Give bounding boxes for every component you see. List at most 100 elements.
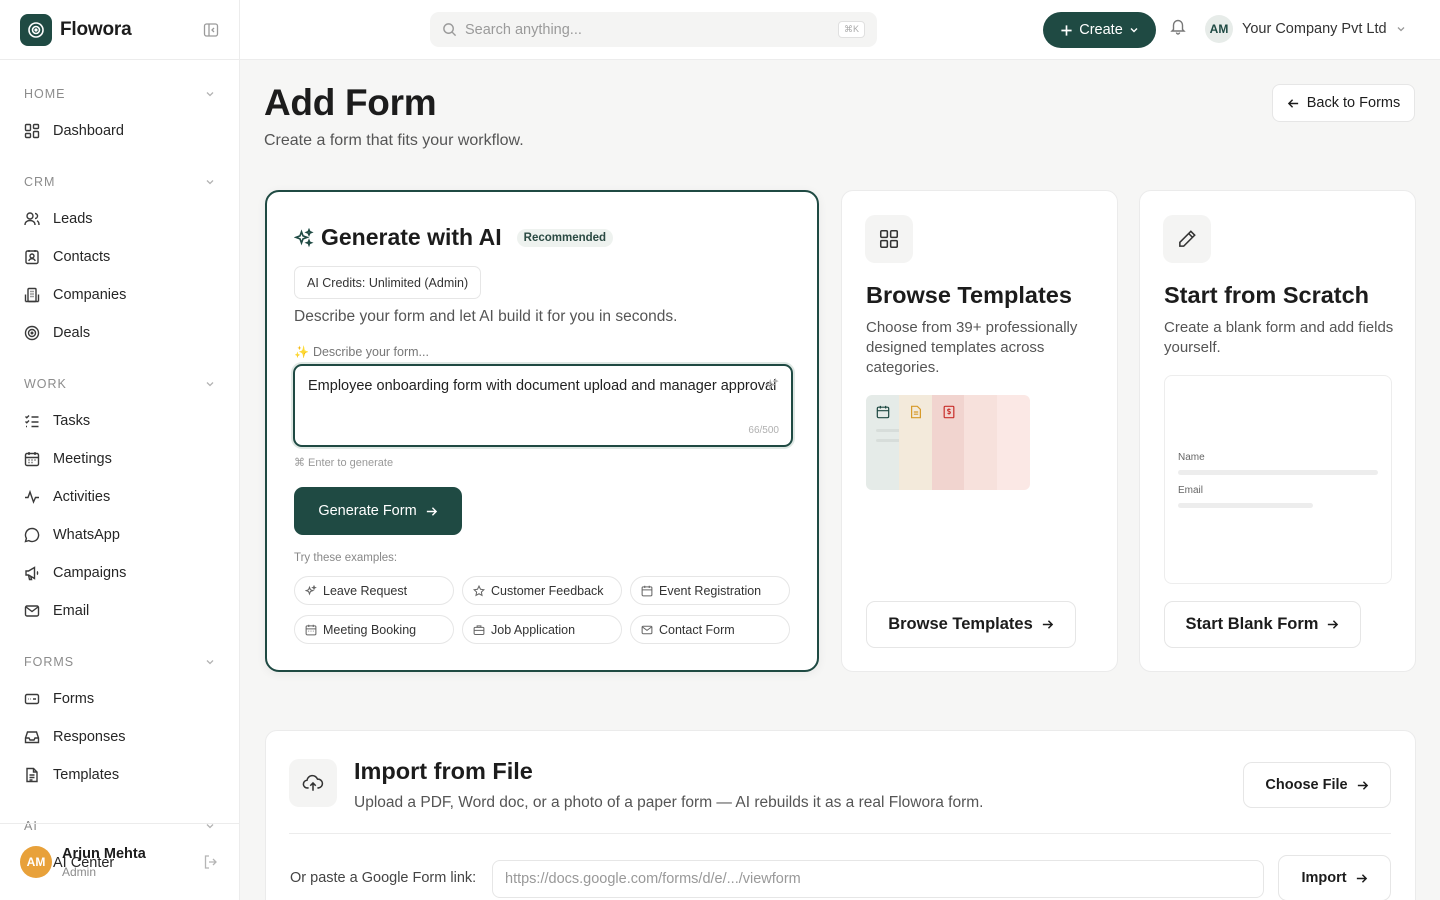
generate-form-button[interactable]: Generate Form	[294, 487, 462, 535]
mail-icon	[24, 605, 40, 617]
chat-icon	[24, 527, 40, 543]
calendar-icon	[641, 585, 653, 596]
sidebar-item-campaigns[interactable]: Campaigns	[0, 554, 239, 592]
sidebar-item-label: WhatsApp	[53, 527, 120, 543]
calendar-icon	[876, 405, 890, 419]
calendar-icon	[305, 624, 317, 635]
magic-sparkle-icon[interactable]	[765, 378, 779, 392]
sidebar-item-label: Activities	[53, 489, 111, 505]
sparkle-icon	[294, 227, 314, 247]
chip-label: Job Application	[491, 622, 576, 637]
ai-credits-badge: AI Credits: Unlimited (Admin)	[294, 266, 482, 299]
logout-icon[interactable]	[203, 854, 219, 870]
template-thumb	[964, 395, 998, 490]
sidebar-item-leads[interactable]: Leads	[0, 200, 239, 238]
cloud-upload-icon	[289, 759, 337, 807]
sidebar-item-label: Contacts	[53, 249, 111, 265]
megaphone-icon	[25, 566, 39, 581]
sidebar-item-forms[interactable]: Forms	[0, 680, 239, 718]
sidebar-item-label: Campaigns	[53, 565, 127, 581]
chip-label: Contact Form	[659, 622, 735, 637]
templates-title: Browse Templates	[866, 282, 1072, 308]
search-input[interactable]: Search anything... ⌘K	[430, 12, 877, 47]
prompt-textarea[interactable]: Employee onboarding form with document u…	[293, 364, 793, 447]
section-forms[interactable]: FORMS	[0, 644, 239, 680]
choose-file-button[interactable]: Choose File	[1243, 762, 1391, 808]
sidebar-item-templates[interactable]: Templates	[0, 756, 239, 794]
app-name: Flowora	[60, 18, 132, 40]
divider	[289, 833, 1391, 834]
chevron-down-icon	[1130, 28, 1138, 33]
example-chip-leave-request[interactable]: Leave Request	[294, 576, 454, 605]
notification-bell-icon[interactable]	[1169, 17, 1187, 35]
browse-templates-card: Browse Templates Choose from 39+ profess…	[841, 190, 1118, 672]
example-chip-meeting-booking[interactable]: Meeting Booking	[294, 615, 454, 644]
document-icon	[26, 767, 38, 783]
sidebar-item-label: Forms	[53, 691, 95, 707]
section-crm[interactable]: CRM	[0, 164, 239, 200]
star-icon	[473, 584, 485, 596]
company-avatar: AM	[1205, 15, 1233, 43]
templates-description: Choose from 39+ professionally designed …	[866, 319, 1078, 376]
section-work[interactable]: WORK	[0, 366, 239, 402]
sidebar-item-deals[interactable]: Deals	[0, 314, 239, 352]
user-role: Admin	[62, 864, 97, 879]
scratch-title: Start from Scratch	[1164, 282, 1370, 308]
user-profile[interactable]: AM Arjun Mehta Admin	[0, 823, 239, 900]
google-form-url-input[interactable]: https://docs.google.com/forms/d/e/.../vi…	[492, 860, 1264, 898]
chip-label: Leave Request	[323, 583, 408, 598]
preview-field-label: Email	[1178, 485, 1204, 496]
avatar: AM	[20, 846, 52, 878]
start-blank-form-button[interactable]: Start Blank Form	[1164, 601, 1361, 648]
back-to-forms-button[interactable]: Back to Forms	[1272, 84, 1415, 122]
sidebar-item-whatsapp[interactable]: WhatsApp	[0, 516, 239, 554]
choose-file-label: Choose File	[1265, 777, 1348, 793]
browse-label: Browse Templates	[888, 615, 1033, 633]
chip-label: Event Registration	[659, 583, 762, 598]
search-icon	[443, 23, 457, 37]
sidebar-item-contacts[interactable]: Contacts	[0, 238, 239, 276]
logo-icon[interactable]	[20, 13, 52, 46]
sidebar-item-meetings[interactable]: Meetings	[0, 440, 239, 478]
sparkle-icon	[305, 584, 317, 596]
sidebar-item-email[interactable]: Email	[0, 592, 239, 630]
section-home[interactable]: HOME	[0, 76, 239, 112]
grid-icon	[865, 215, 913, 263]
sidebar-item-label: Templates	[53, 767, 120, 783]
dashboard-icon	[24, 123, 40, 139]
sidebar: Flowora HOME Dashboard CRM Leads Contact…	[0, 0, 240, 900]
company-switcher[interactable]: AM Your Company Pvt Ltd	[1205, 15, 1406, 43]
chevron-down-icon	[205, 177, 215, 187]
user-info: Arjun Mehta Admin	[52, 846, 146, 879]
sidebar-item-dashboard[interactable]: Dashboard	[0, 112, 239, 150]
arrow-right-icon	[1042, 620, 1053, 629]
ai-description: Describe your form and let AI build it f…	[294, 308, 678, 325]
example-chip-contact-form[interactable]: Contact Form	[630, 615, 790, 644]
ai-card-title: Generate with AI Recommended	[294, 224, 614, 251]
start-from-scratch-card: Start from Scratch Create a blank form a…	[1139, 190, 1416, 672]
recommended-badge: Recommended	[516, 228, 614, 247]
import-description: Upload a PDF, Word doc, or a photo of a …	[354, 794, 984, 811]
example-chip-job-application[interactable]: Job Application	[462, 615, 622, 644]
contacts-icon	[25, 250, 39, 265]
char-count: 66/500	[748, 425, 779, 436]
chevron-down-icon	[205, 657, 215, 667]
sidebar-item-label: Email	[53, 603, 90, 619]
browse-templates-button[interactable]: Browse Templates	[866, 601, 1076, 648]
create-button[interactable]: Create	[1043, 12, 1156, 48]
example-chip-customer-feedback[interactable]: Customer Feedback	[462, 576, 622, 605]
back-label: Back to Forms	[1306, 95, 1401, 111]
document-icon	[910, 405, 921, 419]
import-button[interactable]: Import	[1278, 855, 1391, 900]
sidebar-item-activities[interactable]: Activities	[0, 478, 239, 516]
examples-label: Try these examples:	[294, 552, 398, 564]
sidebar-item-tasks[interactable]: Tasks	[0, 402, 239, 440]
templates-preview	[866, 395, 1030, 490]
chevron-down-icon	[1397, 27, 1405, 32]
sidebar-item-responses[interactable]: Responses	[0, 718, 239, 756]
sidebar-collapse-icon[interactable]	[203, 22, 219, 38]
example-chip-event-registration[interactable]: Event Registration	[630, 576, 790, 605]
blank-form-preview: Name Email	[1164, 375, 1392, 584]
sidebar-item-label: Responses	[53, 729, 126, 745]
sidebar-item-companies[interactable]: Companies	[0, 276, 239, 314]
